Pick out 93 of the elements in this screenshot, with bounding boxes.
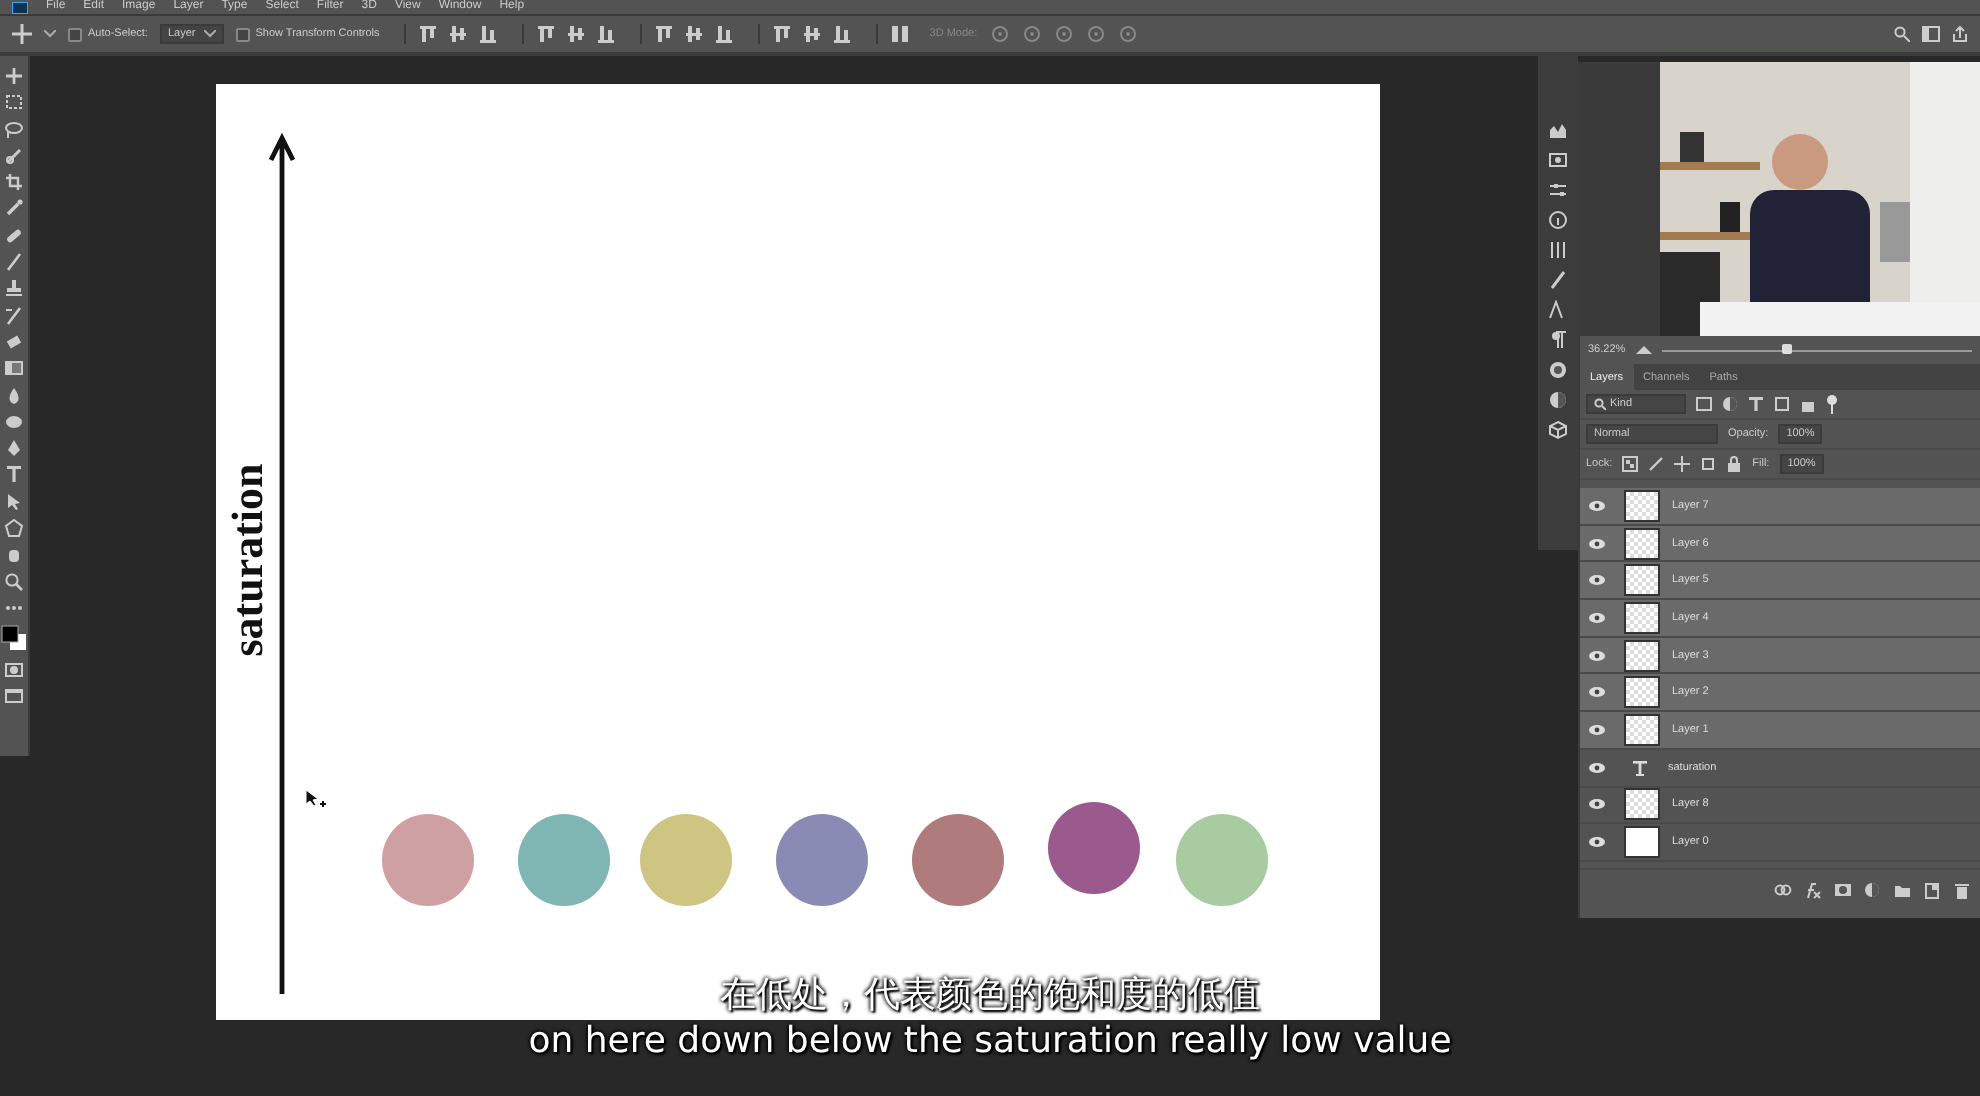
- distribute-icon[interactable]: [889, 24, 910, 44]
- lasso-tool-icon[interactable]: [4, 119, 24, 140]
- smart-object-filter-icon[interactable]: [1800, 396, 1816, 412]
- pen-tool-icon[interactable]: [4, 438, 24, 459]
- workspace-icon[interactable]: [1922, 26, 1940, 42]
- type-tool-icon[interactable]: [4, 464, 24, 485]
- align-icon[interactable]: [417, 24, 438, 44]
- transparent-layer-thumbnail: [1624, 788, 1660, 821]
- zoom-out-icon[interactable]: [1635, 344, 1652, 356]
- eye-icon[interactable]: [1588, 611, 1606, 624]
- marquee-tool-icon[interactable]: [4, 92, 24, 113]
- new-layer-icon[interactable]: [1924, 881, 1942, 900]
- move-tool-icon[interactable]: [12, 24, 32, 44]
- brush-tool-icon[interactable]: [4, 252, 24, 273]
- caret-icon[interactable]: [44, 30, 56, 38]
- histogram-icon[interactable]: [1548, 120, 1568, 140]
- mask-icon[interactable]: [1834, 881, 1852, 900]
- checkbox[interactable]: [68, 27, 82, 41]
- eye-icon[interactable]: [1588, 537, 1606, 550]
- align-icon[interactable]: [595, 24, 616, 44]
- axis-label: saturation: [220, 461, 274, 661]
- cube-icon[interactable]: [1548, 420, 1568, 440]
- eye-icon[interactable]: [1588, 798, 1606, 811]
- align-icon[interactable]: [683, 24, 704, 44]
- eye-icon[interactable]: [1588, 836, 1606, 849]
- blur-tool-icon[interactable]: [4, 385, 24, 406]
- link-icon[interactable]: [1774, 881, 1792, 900]
- transparent-layer-thumbnail: [1624, 676, 1660, 709]
- search-icon[interactable]: [1894, 26, 1910, 42]
- brush-settings-icon[interactable]: [1548, 270, 1568, 290]
- color-icon[interactable]: [1548, 390, 1568, 410]
- adjustment-filter-icon[interactable]: [1722, 396, 1738, 412]
- shape-tool-icon[interactable]: [4, 518, 24, 539]
- align-icon[interactable]: [447, 24, 468, 44]
- eye-icon[interactable]: [1588, 723, 1606, 736]
- folder-icon[interactable]: [1894, 881, 1912, 900]
- transparent-layer-thumbnail: [1624, 639, 1660, 672]
- gradient-tool-icon[interactable]: [4, 358, 24, 379]
- pointer-icon[interactable]: [4, 491, 24, 512]
- screen-mode-icon[interactable]: [4, 685, 24, 706]
- toggle-icon[interactable]: [1826, 394, 1838, 414]
- eye-icon[interactable]: [1588, 574, 1606, 587]
- subtitle: 在低处，代表颜色的饱和度的低值: [720, 974, 1260, 1016]
- paragraph-icon[interactable]: [1548, 330, 1568, 350]
- cursor-icon: [304, 788, 328, 812]
- quick-select-icon[interactable]: [4, 145, 24, 166]
- transparent-layer-thumbnail: [1624, 527, 1660, 560]
- history-brush-icon[interactable]: [4, 305, 24, 326]
- fx-icon[interactable]: [1804, 881, 1822, 900]
- align-icon[interactable]: [565, 24, 586, 44]
- crop-tool-icon[interactable]: [4, 172, 24, 193]
- checkbox[interactable]: [235, 27, 250, 41]
- styles-icon[interactable]: [1548, 360, 1568, 380]
- align-icon[interactable]: [831, 24, 852, 44]
- zoom-tool-icon[interactable]: [4, 571, 24, 592]
- eyedropper-icon[interactable]: [4, 198, 24, 219]
- eye-icon[interactable]: [1588, 649, 1606, 662]
- color-swatches-icon[interactable]: [0, 624, 28, 653]
- subtitle: on here down below the saturation really low value: [528, 1020, 1452, 1062]
- eye-icon[interactable]: [1588, 761, 1606, 774]
- caret-icon: [203, 30, 216, 38]
- photo-icon[interactable]: [1548, 150, 1568, 170]
- image-filter-icon[interactable]: [1696, 396, 1712, 412]
- share-icon[interactable]: [1952, 26, 1968, 42]
- type-filter-icon[interactable]: [1748, 396, 1764, 412]
- transparent-layer-thumbnail: [1624, 601, 1660, 634]
- move-tool-icon[interactable]: [4, 66, 24, 86]
- align-icon[interactable]: [713, 24, 734, 44]
- shape-filter-icon[interactable]: [1774, 396, 1790, 412]
- type-layer-icon: [1632, 759, 1648, 776]
- align-icon[interactable]: [771, 24, 792, 44]
- lock-icon[interactable]: [1726, 456, 1743, 472]
- search-icon: [1594, 398, 1606, 410]
- transparent-layer-thumbnail: [1624, 713, 1660, 746]
- stamp-tool-icon[interactable]: [4, 278, 24, 299]
- quick-mask-icon[interactable]: [4, 659, 24, 680]
- lock-artboard-icon[interactable]: [1700, 456, 1717, 472]
- sliders-icon[interactable]: [1548, 180, 1568, 200]
- trash-icon[interactable]: [1954, 881, 1972, 900]
- align-icon[interactable]: [477, 24, 498, 44]
- lock-position-icon[interactable]: [1674, 456, 1691, 472]
- slider-thumb[interactable]: [1781, 343, 1792, 353]
- lock-pixels-icon[interactable]: [1622, 456, 1639, 472]
- align-icon[interactable]: [535, 24, 556, 44]
- lock-brush-icon[interactable]: [1648, 456, 1665, 472]
- align-icon[interactable]: [801, 24, 822, 44]
- adjustment-icon[interactable]: [1864, 881, 1882, 900]
- eye-icon[interactable]: [1588, 686, 1606, 699]
- info-icon[interactable]: [1548, 210, 1568, 230]
- transparent-layer-thumbnail: [1624, 489, 1660, 522]
- eye-icon[interactable]: [1588, 499, 1606, 512]
- align-icon[interactable]: [653, 24, 674, 44]
- transparent-layer-thumbnail: [1624, 564, 1660, 597]
